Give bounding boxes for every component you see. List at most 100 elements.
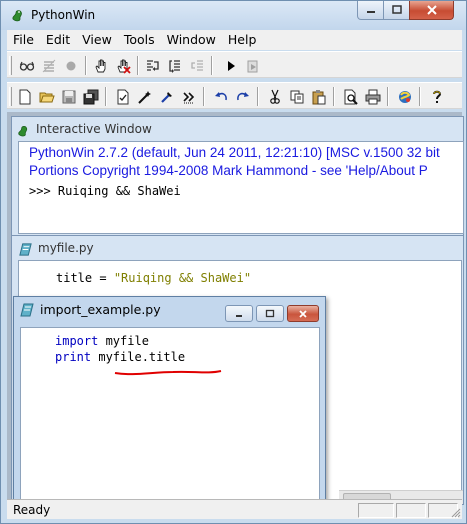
standard-toolbar bbox=[7, 82, 462, 109]
maximize-button[interactable] bbox=[383, 1, 410, 20]
code-text: myfile.title bbox=[91, 350, 186, 364]
interactive-window[interactable]: Interactive Window PythonWin 2.7.2 (defa… bbox=[11, 116, 464, 236]
save-all-button[interactable] bbox=[81, 87, 101, 107]
menu-window[interactable]: Window bbox=[161, 30, 222, 50]
run-button[interactable] bbox=[221, 56, 241, 76]
step-in-button[interactable] bbox=[143, 56, 163, 76]
breakpoint-list-button[interactable] bbox=[39, 56, 59, 76]
record-dot-icon bbox=[66, 61, 76, 71]
hand-button[interactable] bbox=[91, 56, 111, 76]
save-button[interactable] bbox=[59, 87, 79, 107]
step-over-button[interactable] bbox=[165, 56, 185, 76]
step-out-icon bbox=[191, 60, 203, 71]
example-editor[interactable]: import myfile print myfile.title bbox=[20, 327, 320, 503]
toolbar-separator bbox=[257, 87, 259, 106]
maximize-icon bbox=[391, 5, 402, 14]
print-button[interactable] bbox=[363, 87, 383, 107]
import-example-window[interactable]: import_example.py import myfile print my… bbox=[13, 296, 326, 507]
resize-grip-icon[interactable] bbox=[449, 506, 461, 518]
open-folder-icon bbox=[39, 92, 55, 103]
watch-glasses-icon bbox=[19, 61, 35, 71]
toggle-breakpoint-button[interactable] bbox=[61, 56, 81, 76]
code-line: print myfile.title bbox=[55, 350, 185, 364]
code-string: "Ruiqing && ShaWei" bbox=[113, 271, 252, 285]
save-all-icon bbox=[83, 89, 99, 105]
tools-icon bbox=[161, 92, 172, 103]
menu-edit[interactable]: Edit bbox=[40, 30, 76, 50]
watch-button[interactable] bbox=[17, 56, 37, 76]
maximize-button[interactable] bbox=[256, 305, 284, 322]
code-line: title = "Ruiqing && ShaWei" bbox=[56, 271, 251, 285]
code-identifier: title bbox=[56, 271, 93, 285]
code-keyword: print bbox=[55, 350, 92, 364]
toolbar-separator bbox=[419, 87, 421, 106]
red-underline-annotation bbox=[114, 370, 222, 376]
print-preview-icon bbox=[344, 89, 358, 105]
status-pane bbox=[396, 503, 426, 518]
toolbar-separator bbox=[203, 87, 205, 106]
new-button[interactable] bbox=[15, 87, 35, 107]
check-module-button[interactable] bbox=[113, 87, 133, 107]
import-button[interactable] bbox=[135, 87, 155, 107]
hand-cancel-button[interactable] bbox=[113, 56, 133, 76]
menu-bar: File Edit View Tools Window Help bbox=[7, 30, 462, 50]
stop-run-icon bbox=[247, 60, 258, 73]
menu-tools[interactable]: Tools bbox=[118, 30, 161, 50]
minimize-icon bbox=[236, 314, 242, 317]
minimize-button[interactable] bbox=[357, 1, 384, 20]
interactive-output[interactable]: PythonWin 2.7.2 (default, Jun 24 2011, 1… bbox=[18, 141, 464, 234]
close-debugger-button[interactable] bbox=[243, 56, 263, 76]
myfile-window-title: myfile.py bbox=[38, 241, 94, 255]
redo-button[interactable] bbox=[233, 87, 253, 107]
paste-icon bbox=[312, 90, 326, 105]
run-tools-button[interactable] bbox=[157, 87, 177, 107]
close-button[interactable] bbox=[409, 1, 454, 20]
browser-button[interactable] bbox=[395, 87, 415, 107]
hand-cross-icon bbox=[117, 59, 131, 74]
step-out-button[interactable] bbox=[187, 56, 207, 76]
toolbar-separator bbox=[333, 87, 335, 106]
example-window-title: import_example.py bbox=[40, 302, 161, 317]
pythonwin-app: PythonWin File Edit View Tools Window He… bbox=[0, 0, 467, 524]
step-over-icon bbox=[169, 60, 180, 73]
code-operator: = bbox=[92, 271, 114, 285]
toolbar-grip[interactable] bbox=[9, 56, 12, 75]
close-icon bbox=[426, 5, 437, 15]
help-icon bbox=[433, 90, 442, 103]
status-pane bbox=[358, 503, 394, 518]
toolbar-separator bbox=[105, 87, 107, 106]
new-file-icon bbox=[19, 89, 31, 105]
example-caption-wrap: import_example.py bbox=[20, 302, 161, 317]
open-button[interactable] bbox=[37, 87, 57, 107]
paste-button[interactable] bbox=[309, 87, 329, 107]
cut-button[interactable] bbox=[265, 87, 285, 107]
close-button[interactable] bbox=[287, 305, 319, 322]
debug-toolbar bbox=[7, 51, 462, 78]
code-keyword: import bbox=[55, 334, 99, 348]
menu-file[interactable]: File bbox=[7, 30, 40, 50]
minimize-button[interactable] bbox=[225, 305, 253, 322]
print-preview-button[interactable] bbox=[341, 87, 361, 107]
toolbar-separator bbox=[85, 56, 87, 75]
code-line: import myfile bbox=[55, 334, 149, 348]
undo-icon bbox=[215, 92, 227, 101]
toolbar-separator bbox=[211, 56, 213, 75]
menu-help[interactable]: Help bbox=[222, 30, 263, 50]
toolbar-grip[interactable] bbox=[9, 87, 12, 106]
copyright-line: Portions Copyright 1994-2008 Mark Hammon… bbox=[29, 163, 428, 178]
help-button[interactable] bbox=[427, 87, 447, 107]
redo-icon bbox=[237, 92, 249, 101]
prompt-line[interactable]: >>> Ruiqing && ShaWei bbox=[29, 184, 181, 198]
undo-button[interactable] bbox=[211, 87, 231, 107]
status-bar: Ready bbox=[7, 499, 462, 519]
copy-button[interactable] bbox=[287, 87, 307, 107]
maximize-icon bbox=[265, 309, 275, 317]
title-bar[interactable]: PythonWin bbox=[1, 1, 466, 30]
myfile-caption-wrap: myfile.py bbox=[18, 241, 94, 255]
close-icon bbox=[299, 309, 307, 318]
window-title: PythonWin bbox=[31, 8, 96, 22]
step-in-icon bbox=[147, 60, 159, 71]
indent-button[interactable] bbox=[179, 87, 199, 107]
menu-view[interactable]: View bbox=[76, 30, 118, 50]
wand-icon bbox=[138, 91, 151, 104]
